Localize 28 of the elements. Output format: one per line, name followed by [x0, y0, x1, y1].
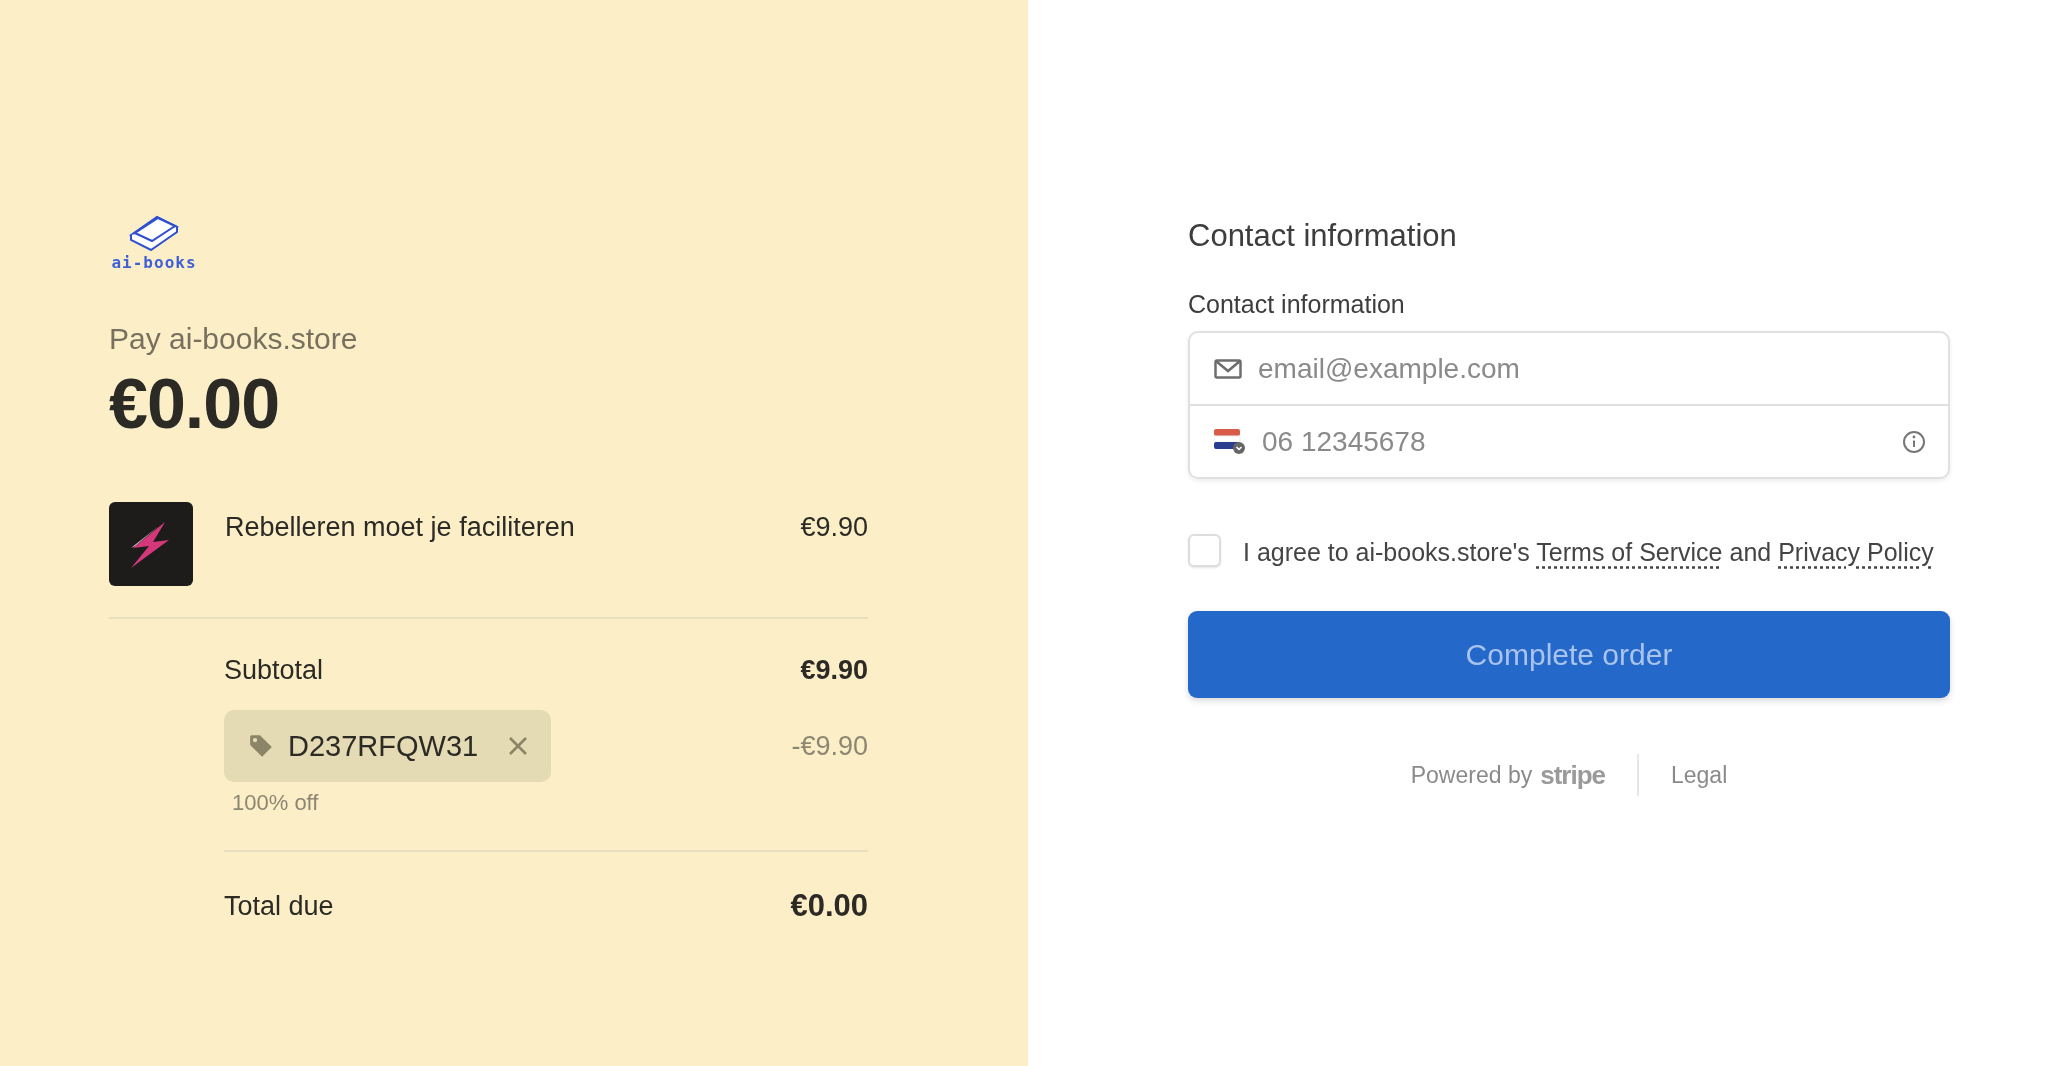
subtotal-label: Subtotal [224, 655, 324, 686]
field-label: Contact information [1188, 290, 1406, 319]
pay-label: Pay ai-books.store [109, 322, 359, 356]
privacy-link[interactable]: Privacy Policy [1778, 538, 1934, 566]
total-label: Total due [224, 890, 334, 922]
terms-link[interactable]: Terms of Service [1536, 538, 1723, 566]
discount-value: -€9.90 [791, 730, 868, 762]
stripe-wordmark: stripe [1540, 759, 1605, 791]
mail-icon [1214, 358, 1242, 379]
remove-coupon-button[interactable] [507, 735, 529, 757]
tag-icon [248, 733, 274, 759]
subtotal-value: €9.90 [800, 655, 868, 686]
discount-note: 100% off [232, 790, 320, 816]
form-heading: Contact information [1188, 218, 1458, 254]
logo-text: ai-books [111, 253, 197, 272]
product-price: €9.90 [800, 512, 868, 543]
total-value: €0.00 [790, 888, 868, 924]
amount: €0.00 [109, 364, 281, 444]
book-logo-icon [127, 213, 181, 251]
phone-input[interactable]: 06 12345678 [1260, 424, 1888, 459]
coupon-code: D237RFQW31 [288, 729, 480, 763]
product-name: Rebelleren moet je faciliteren [225, 512, 576, 543]
agree-checkbox[interactable] [1188, 534, 1221, 567]
email-input[interactable]: email@example.com [1256, 351, 1926, 386]
flag-dropdown-icon[interactable] [1214, 428, 1246, 455]
powered-by-text: Powered by [1410, 761, 1533, 789]
info-icon[interactable] [1902, 429, 1926, 454]
agreement-text: I agree to ai-books.store's Terms of Service and Privacy Policy [1243, 537, 1934, 568]
